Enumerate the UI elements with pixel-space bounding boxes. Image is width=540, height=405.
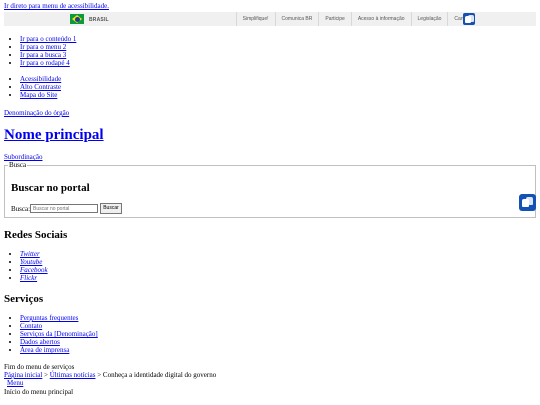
skip-links-list: Ir para o conteúdo 1 Ir para o menu 2 Ir…	[4, 35, 76, 67]
accessibility-link[interactable]: Acessibilidade	[20, 75, 61, 83]
list-item: Twitter	[20, 250, 48, 258]
list-item: Ir para o conteúdo 1	[20, 35, 76, 43]
gov-bar: BRASIL Simplifique! Comunica BR Particip…	[4, 12, 536, 26]
list-item: Facebook	[20, 266, 48, 274]
skip-to-menu-link[interactable]: Ir para o menu 2	[20, 43, 66, 51]
open-data-link[interactable]: Dados abertos	[20, 338, 60, 346]
breadcrumb: Página inicial > Últimas notícias > Conh…	[4, 371, 216, 379]
list-item: Serviços da [Denominação]	[20, 330, 98, 338]
end-services-text: Fim do menu de serviços	[4, 363, 75, 371]
breadcrumb-home-link[interactable]: Página inicial	[4, 371, 42, 379]
list-item: Contato	[20, 322, 98, 330]
high-contrast-link[interactable]: Alto Contraste	[20, 83, 61, 91]
hands-sign-language-icon[interactable]	[463, 13, 475, 25]
brazil-flag-icon	[70, 14, 84, 24]
subordination-link[interactable]: Subordinação	[4, 153, 43, 161]
flickr-link[interactable]: Flickr	[20, 274, 37, 282]
skip-to-accessibility-link[interactable]: Ir direto para menu de acessibilidade.	[4, 2, 109, 10]
skip-to-content-link[interactable]: Ir para o conteúdo 1	[20, 35, 76, 43]
list-item: Acessibilidade	[20, 75, 61, 83]
vlibras-widget-button[interactable]	[519, 194, 536, 211]
gov-link-legislacao[interactable]: Legislação	[410, 12, 448, 26]
contact-link[interactable]: Contato	[20, 322, 42, 330]
list-item: Mapa do Site	[20, 91, 61, 99]
youtube-link[interactable]: Youtube	[20, 258, 42, 266]
list-item: Ir para a busca 3	[20, 51, 76, 59]
social-heading: Redes Sociais	[4, 229, 68, 241]
facebook-link[interactable]: Facebook	[20, 266, 48, 274]
list-item: Área de imprensa	[20, 346, 98, 354]
search-button[interactable]: Buscar	[100, 203, 122, 214]
twitter-link[interactable]: Twitter	[20, 250, 40, 258]
list-item: Dados abertos	[20, 338, 98, 346]
denomination-link[interactable]: Denominação do órgão	[4, 109, 69, 117]
list-item: Perguntas frequentes	[20, 314, 98, 322]
gov-link-simplifique[interactable]: Simplifique!	[235, 12, 275, 26]
faq-link[interactable]: Perguntas frequentes	[20, 314, 78, 322]
services-denomination-link[interactable]: Serviços da [Denominação]	[20, 330, 98, 338]
list-item: Youtube	[20, 258, 48, 266]
skip-to-search-link[interactable]: Ir para a busca 3	[20, 51, 66, 59]
search-heading: Buscar no portal	[11, 182, 90, 194]
breadcrumb-current: Conheça a identidade digital do governo	[102, 371, 217, 379]
search-label: Busca:	[11, 205, 31, 213]
gov-link-participe[interactable]: Participe	[318, 12, 350, 26]
social-links-list: Twitter Youtube Facebook Flickr	[4, 250, 48, 282]
site-map-link[interactable]: Mapa do Site	[20, 91, 57, 99]
main-name-link[interactable]: Nome principal	[4, 127, 104, 143]
list-item: Alto Contraste	[20, 83, 61, 91]
search-legend: Busca	[8, 161, 28, 169]
brasil-label: BRASIL	[89, 17, 109, 23]
services-links-list: Perguntas frequentes Contato Serviços da…	[4, 314, 98, 354]
breadcrumb-separator: >	[42, 371, 50, 379]
menu-link[interactable]: Menu	[7, 379, 23, 387]
gov-bar-nav: Simplifique! Comunica BR Participe Acess…	[235, 12, 476, 26]
accessibility-links-list: Acessibilidade Alto Contraste Mapa do Si…	[4, 75, 61, 99]
services-heading: Serviços	[4, 293, 44, 305]
list-item: Flickr	[20, 274, 48, 282]
breadcrumb-separator: >	[95, 371, 103, 379]
breadcrumb-news-link[interactable]: Últimas notícias	[50, 371, 96, 379]
skip-to-footer-link[interactable]: Ir para o rodapé 4	[20, 59, 70, 67]
press-area-link[interactable]: Área de imprensa	[20, 346, 69, 354]
list-item: Ir para o rodapé 4	[20, 59, 76, 67]
list-item: Ir para o menu 2	[20, 43, 76, 51]
gov-link-comunica-br[interactable]: Comunica BR	[274, 12, 319, 26]
gov-link-acesso-informacao[interactable]: Acesso à informação	[350, 12, 411, 26]
main-menu-start-text: Início do menu principal	[4, 388, 74, 396]
search-input[interactable]	[30, 204, 98, 213]
